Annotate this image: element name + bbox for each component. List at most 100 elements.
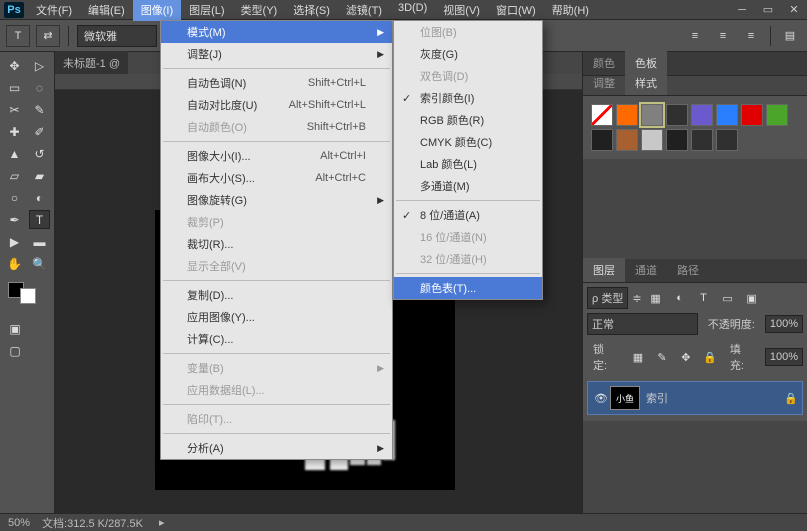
filter-shape-icon[interactable]: ▭ <box>718 289 738 307</box>
subtab-adjustments[interactable]: 调整 <box>583 71 625 95</box>
text-tool-indicator[interactable]: T <box>6 25 30 47</box>
zoom-tool[interactable]: 🔍 <box>29 254 50 273</box>
style-swatch[interactable] <box>716 129 738 151</box>
menu-6[interactable]: 滤镜(T) <box>338 0 390 21</box>
stamp-tool[interactable]: ▲ <box>4 144 25 163</box>
history-brush-tool[interactable]: ↺ <box>29 144 50 163</box>
menu-item[interactable]: 图像旋转(G)▶ <box>161 189 392 211</box>
close-button[interactable]: ✕ <box>781 1 807 19</box>
style-swatch[interactable] <box>741 104 763 126</box>
tab-layers[interactable]: 图层 <box>583 258 625 282</box>
style-swatch[interactable] <box>641 104 663 126</box>
filter-smart-icon[interactable]: ▣ <box>742 289 762 307</box>
color-swatches[interactable] <box>8 282 46 304</box>
healing-tool[interactable]: ✚ <box>4 122 25 141</box>
menu-item[interactable]: 计算(C)... <box>161 328 392 350</box>
maximize-button[interactable]: ▭ <box>755 1 781 19</box>
menu-item[interactable]: ✓索引颜色(I) <box>394 87 542 109</box>
style-swatch[interactable] <box>591 129 613 151</box>
filter-type-icon[interactable]: T <box>694 289 714 307</box>
panel-toggle-icon[interactable]: ▤ <box>779 26 801 46</box>
screenmode-icon[interactable]: ▢ <box>4 341 26 360</box>
filter-adjust-icon[interactable]: ◐ <box>670 289 690 307</box>
blur-tool[interactable]: ○ <box>4 188 25 207</box>
marquee-tool[interactable]: ▭ <box>4 78 25 97</box>
style-swatch[interactable] <box>616 104 638 126</box>
type-tool[interactable]: T <box>29 210 50 229</box>
brush-tool[interactable]: ✐ <box>29 122 50 141</box>
move-tool[interactable]: ✥ <box>4 56 25 75</box>
menu-item[interactable]: 多通道(M) <box>394 175 542 197</box>
hand-tool[interactable]: ✋ <box>4 254 25 273</box>
zoom-level[interactable]: 50% <box>8 517 30 529</box>
lock-pixels-icon[interactable]: ✎ <box>652 348 672 366</box>
document-tab[interactable]: 未标题-1 @ <box>55 51 128 75</box>
align-center-icon[interactable]: ≡ <box>712 26 734 46</box>
style-swatch[interactable] <box>591 104 613 126</box>
crop-tool[interactable]: ✂ <box>4 100 25 119</box>
menu-item[interactable]: 模式(M)▶ <box>161 21 392 43</box>
fill-value[interactable]: 100% <box>765 348 803 366</box>
menu-10[interactable]: 帮助(H) <box>544 0 597 21</box>
menu-0[interactable]: 文件(F) <box>28 0 80 21</box>
menu-3[interactable]: 图层(L) <box>181 0 232 21</box>
menu-item[interactable]: Lab 颜色(L) <box>394 153 542 175</box>
menu-4[interactable]: 类型(Y) <box>233 0 286 21</box>
eraser-tool[interactable]: ▱ <box>4 166 25 185</box>
tab-paths[interactable]: 路径 <box>667 258 709 282</box>
subtab-styles[interactable]: 样式 <box>625 71 667 95</box>
quickmask-icon[interactable]: ▣ <box>4 319 26 338</box>
lasso-tool[interactable]: ◌ <box>29 78 50 97</box>
arrow-tool[interactable]: ▷ <box>29 56 50 75</box>
toggle-orientation-button[interactable]: ⇄ <box>36 25 60 47</box>
style-swatch[interactable] <box>766 104 788 126</box>
menu-item[interactable]: 画布大小(S)...Alt+Ctrl+C <box>161 167 392 189</box>
opacity-value[interactable]: 100% <box>765 315 803 333</box>
menu-item[interactable]: 调整(J)▶ <box>161 43 392 65</box>
menu-9[interactable]: 窗口(W) <box>488 0 544 21</box>
menu-item[interactable]: ✓8 位/通道(A) <box>394 204 542 226</box>
blend-mode-select[interactable]: 正常 <box>587 313 698 335</box>
menu-item[interactable]: 复制(D)... <box>161 284 392 306</box>
menu-item[interactable]: 自动色调(N)Shift+Ctrl+L <box>161 72 392 94</box>
style-swatch[interactable] <box>641 129 663 151</box>
menu-item[interactable]: 自动对比度(U)Alt+Shift+Ctrl+L <box>161 94 392 116</box>
dodge-tool[interactable]: ◐ <box>29 188 50 207</box>
path-select-tool[interactable]: ▶ <box>4 232 25 251</box>
filter-pixel-icon[interactable]: ▦ <box>646 289 666 307</box>
menu-item[interactable]: RGB 颜色(R) <box>394 109 542 131</box>
menu-1[interactable]: 编辑(E) <box>80 0 133 21</box>
shape-tool[interactable]: ▬ <box>29 232 50 251</box>
style-swatch[interactable] <box>716 104 738 126</box>
lock-all-icon[interactable]: 🔒 <box>700 348 720 366</box>
align-left-icon[interactable]: ≡ <box>684 26 706 46</box>
menu-item[interactable]: 灰度(G) <box>394 43 542 65</box>
layer-visibility-icon[interactable]: 👁 <box>592 392 610 405</box>
style-swatch[interactable] <box>691 104 713 126</box>
menu-item[interactable]: 裁切(R)... <box>161 233 392 255</box>
menu-5[interactable]: 选择(S) <box>285 0 338 21</box>
background-swatch[interactable] <box>20 288 36 304</box>
tab-channels[interactable]: 通道 <box>625 258 667 282</box>
minimize-button[interactable]: ─ <box>729 1 755 19</box>
status-arrow-icon[interactable]: ▸ <box>159 516 165 529</box>
menu-item[interactable]: 应用图像(Y)... <box>161 306 392 328</box>
menu-8[interactable]: 视图(V) <box>435 0 488 21</box>
menu-2[interactable]: 图像(I) <box>133 0 181 21</box>
menu-item[interactable]: 图像大小(I)...Alt+Ctrl+I <box>161 145 392 167</box>
style-swatch[interactable] <box>616 129 638 151</box>
style-swatch[interactable] <box>691 129 713 151</box>
font-family-select[interactable]: 微软雅 <box>77 25 157 47</box>
menu-7[interactable]: 3D(D) <box>390 0 435 21</box>
style-swatch[interactable] <box>666 104 688 126</box>
layer-thumbnail[interactable]: 小鱼 <box>610 386 640 410</box>
eyedropper-tool[interactable]: ✎ <box>29 100 50 119</box>
layer-filter-kind[interactable]: ρ 类型 <box>587 287 628 309</box>
menu-item[interactable]: CMYK 颜色(C) <box>394 131 542 153</box>
layer-row[interactable]: 👁 小鱼 索引 🔒 <box>587 381 803 415</box>
style-swatch[interactable] <box>666 129 688 151</box>
lock-transparent-icon[interactable]: ▦ <box>628 348 648 366</box>
menu-item[interactable]: 颜色表(T)... <box>394 277 542 299</box>
menu-item[interactable]: 分析(A)▶ <box>161 437 392 459</box>
align-right-icon[interactable]: ≡ <box>740 26 762 46</box>
